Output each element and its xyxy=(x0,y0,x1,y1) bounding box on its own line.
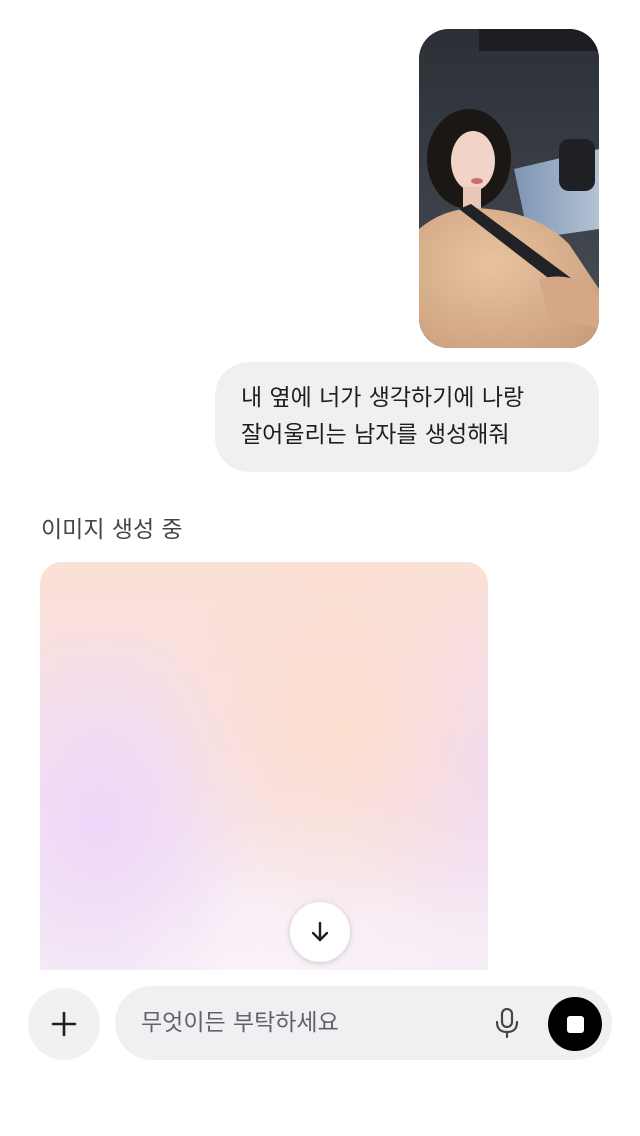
user-message-line-2: 잘어울리는 남자를 생성해줘 xyxy=(241,422,510,448)
microphone-icon xyxy=(495,1007,519,1039)
add-attachment-button[interactable] xyxy=(28,988,100,1060)
chat-screen: 내 옆에 너가 생각하기에 나랑 잘어울리는 남자를 생성해줘 이미지 생성 중 xyxy=(0,0,640,1136)
prompt-input[interactable] xyxy=(141,986,461,1060)
image-generating-status: 이미지 생성 중 xyxy=(41,517,183,543)
stop-generation-button[interactable] xyxy=(548,997,602,1051)
user-message-line-1: 내 옆에 너가 생각하기에 나랑 xyxy=(241,385,525,411)
plus-icon xyxy=(51,1011,77,1037)
user-uploaded-photo[interactable] xyxy=(419,29,599,348)
arrow-down-icon xyxy=(311,921,329,942)
composer-bar xyxy=(0,970,640,1136)
stop-icon xyxy=(566,1015,584,1033)
prompt-input-container xyxy=(115,986,612,1060)
microphone-button[interactable] xyxy=(485,1001,529,1045)
user-message-bubble: 내 옆에 너가 생각하기에 나랑 잘어울리는 남자를 생성해줘 xyxy=(215,362,599,472)
scroll-to-bottom-button[interactable] xyxy=(290,902,350,962)
image-generation-placeholder xyxy=(40,562,488,970)
photo-illustration xyxy=(419,29,599,348)
